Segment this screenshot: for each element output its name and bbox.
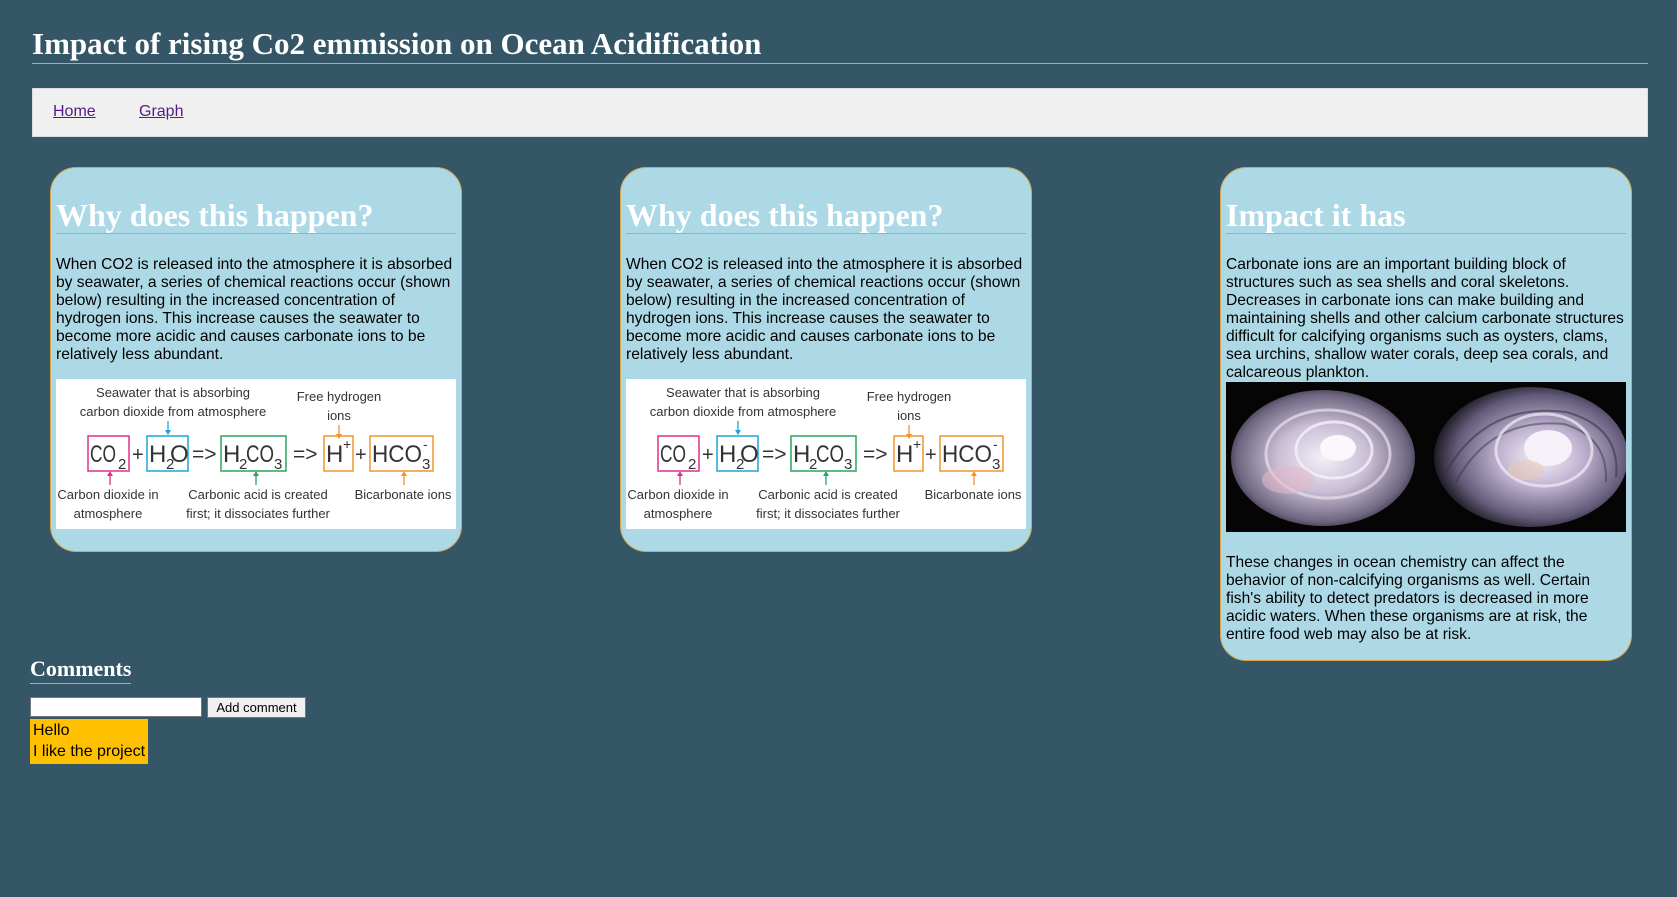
card-text: When CO2 is released into the atmosphere… [56, 256, 453, 363]
arrow-1: => [762, 443, 787, 466]
diagram-label-acid-1: Carbonic acid is created [188, 487, 327, 502]
card-impact: Impact it has Carbonate ions are an impo… [1220, 167, 1632, 661]
diagram-label-bicarbonate: Bicarbonate ions [925, 487, 1022, 502]
diagram-label-hydrogen-1: Free hydrogen [867, 389, 952, 404]
page-title: Impact of rising Co2 emmission on Ocean … [32, 26, 1648, 64]
diagram-label-seawater-1: Seawater that is absorbing [666, 385, 820, 400]
formula-hco3-sub: 3 [422, 456, 430, 473]
diagram-label-acid-1: Carbonic acid is created [758, 487, 897, 502]
diagram-label-hydrogen-2: ions [897, 408, 921, 423]
nav-link-home[interactable]: Home [53, 103, 96, 121]
formula-co2-sub: 2 [688, 456, 696, 473]
chemical-reaction-diagram: Seawater that is absorbing carbon dioxid… [56, 379, 456, 529]
shell-right [1434, 387, 1626, 527]
card-text: Carbonate ions are an important building… [1226, 256, 1624, 381]
card-why-happens-2: Why does this happen? When CO2 is releas… [620, 167, 1032, 552]
comments-title: Comments [30, 656, 132, 684]
comment-item: Hello [33, 722, 70, 739]
formula-hco3: HCO [942, 441, 992, 468]
diagram-label-co2-2: atmosphere [74, 506, 143, 521]
diagram-label-co2-2: atmosphere [644, 506, 713, 521]
diagram-label-hydrogen-2: ions [327, 408, 351, 423]
diagram-label-co2-1: Carbon dioxide in [57, 487, 158, 502]
chemical-reaction-diagram: Seawater that is absorbing carbon dioxid… [626, 379, 1026, 529]
nav-link-graph[interactable]: Graph [139, 103, 183, 121]
formula-h2co3-sub2: 3 [274, 456, 282, 473]
formula-hplus: H [326, 441, 343, 468]
formula-h2co3-h: H [223, 441, 240, 468]
comment-input[interactable] [30, 697, 202, 717]
diagram-label-hydrogen-1: Free hydrogen [297, 389, 382, 404]
formula-hco3-sup: - [993, 436, 998, 452]
plus-sign-2: + [925, 444, 937, 466]
card-title: Why does this happen? [626, 197, 1026, 234]
navbar: Home Graph [32, 88, 1648, 137]
diagram-label-seawater-2: carbon dioxide from atmosphere [80, 404, 266, 419]
formula-co2-sub: 2 [118, 456, 126, 473]
shell-left [1231, 390, 1415, 526]
plus-sign-1: + [132, 444, 144, 466]
formula-hco3: HCO [372, 441, 422, 468]
card-title: Impact it has [1226, 197, 1626, 234]
diagram-label-acid-2: first; it dissociates further [756, 506, 900, 521]
card-text: When CO2 is released into the atmosphere… [626, 256, 1023, 363]
formula-h2co3-co: CO [246, 441, 274, 468]
diagram-label-acid-2: first; it dissociates further [186, 506, 330, 521]
diagram-label-seawater-1: Seawater that is absorbing [96, 385, 250, 400]
diagram-label-bicarbonate: Bicarbonate ions [355, 487, 452, 502]
card-why-happens-1: Why does this happen? When CO2 is releas… [50, 167, 462, 552]
card-title: Why does this happen? [56, 197, 456, 234]
formula-h2o-h: H [149, 441, 166, 468]
comment-item: I like the project [33, 743, 146, 760]
formula-h2o-o: O [170, 441, 189, 468]
formula-h2o-o: O [740, 441, 759, 468]
formula-h2co3-sub2: 3 [844, 456, 852, 473]
formula-hco3-sup: - [423, 436, 428, 452]
formula-h2co3-co: CO [816, 441, 844, 468]
arrow-2: => [293, 443, 318, 466]
sea-shells-image [1226, 382, 1626, 532]
plus-sign-1: + [702, 444, 714, 466]
formula-hplus: H [896, 441, 913, 468]
formula-hplus-sup: + [913, 436, 921, 452]
formula-hco3-sub: 3 [992, 456, 1000, 473]
diagram-label-seawater-2: carbon dioxide from atmosphere [650, 404, 836, 419]
arrow-1: => [192, 443, 217, 466]
arrow-2: => [863, 443, 888, 466]
formula-co2: CO [90, 441, 116, 468]
card-text-2: These changes in ocean chemistry can aff… [1226, 554, 1591, 643]
formula-h2o-h: H [719, 441, 736, 468]
formula-hplus-sup: + [343, 436, 351, 452]
plus-sign-2: + [355, 444, 367, 466]
add-comment-button[interactable]: Add comment [207, 697, 306, 718]
comment-list: Hello I like the project [30, 719, 149, 764]
diagram-label-co2-1: Carbon dioxide in [627, 487, 728, 502]
formula-h2co3-h: H [793, 441, 810, 468]
formula-co2: CO [660, 441, 686, 468]
